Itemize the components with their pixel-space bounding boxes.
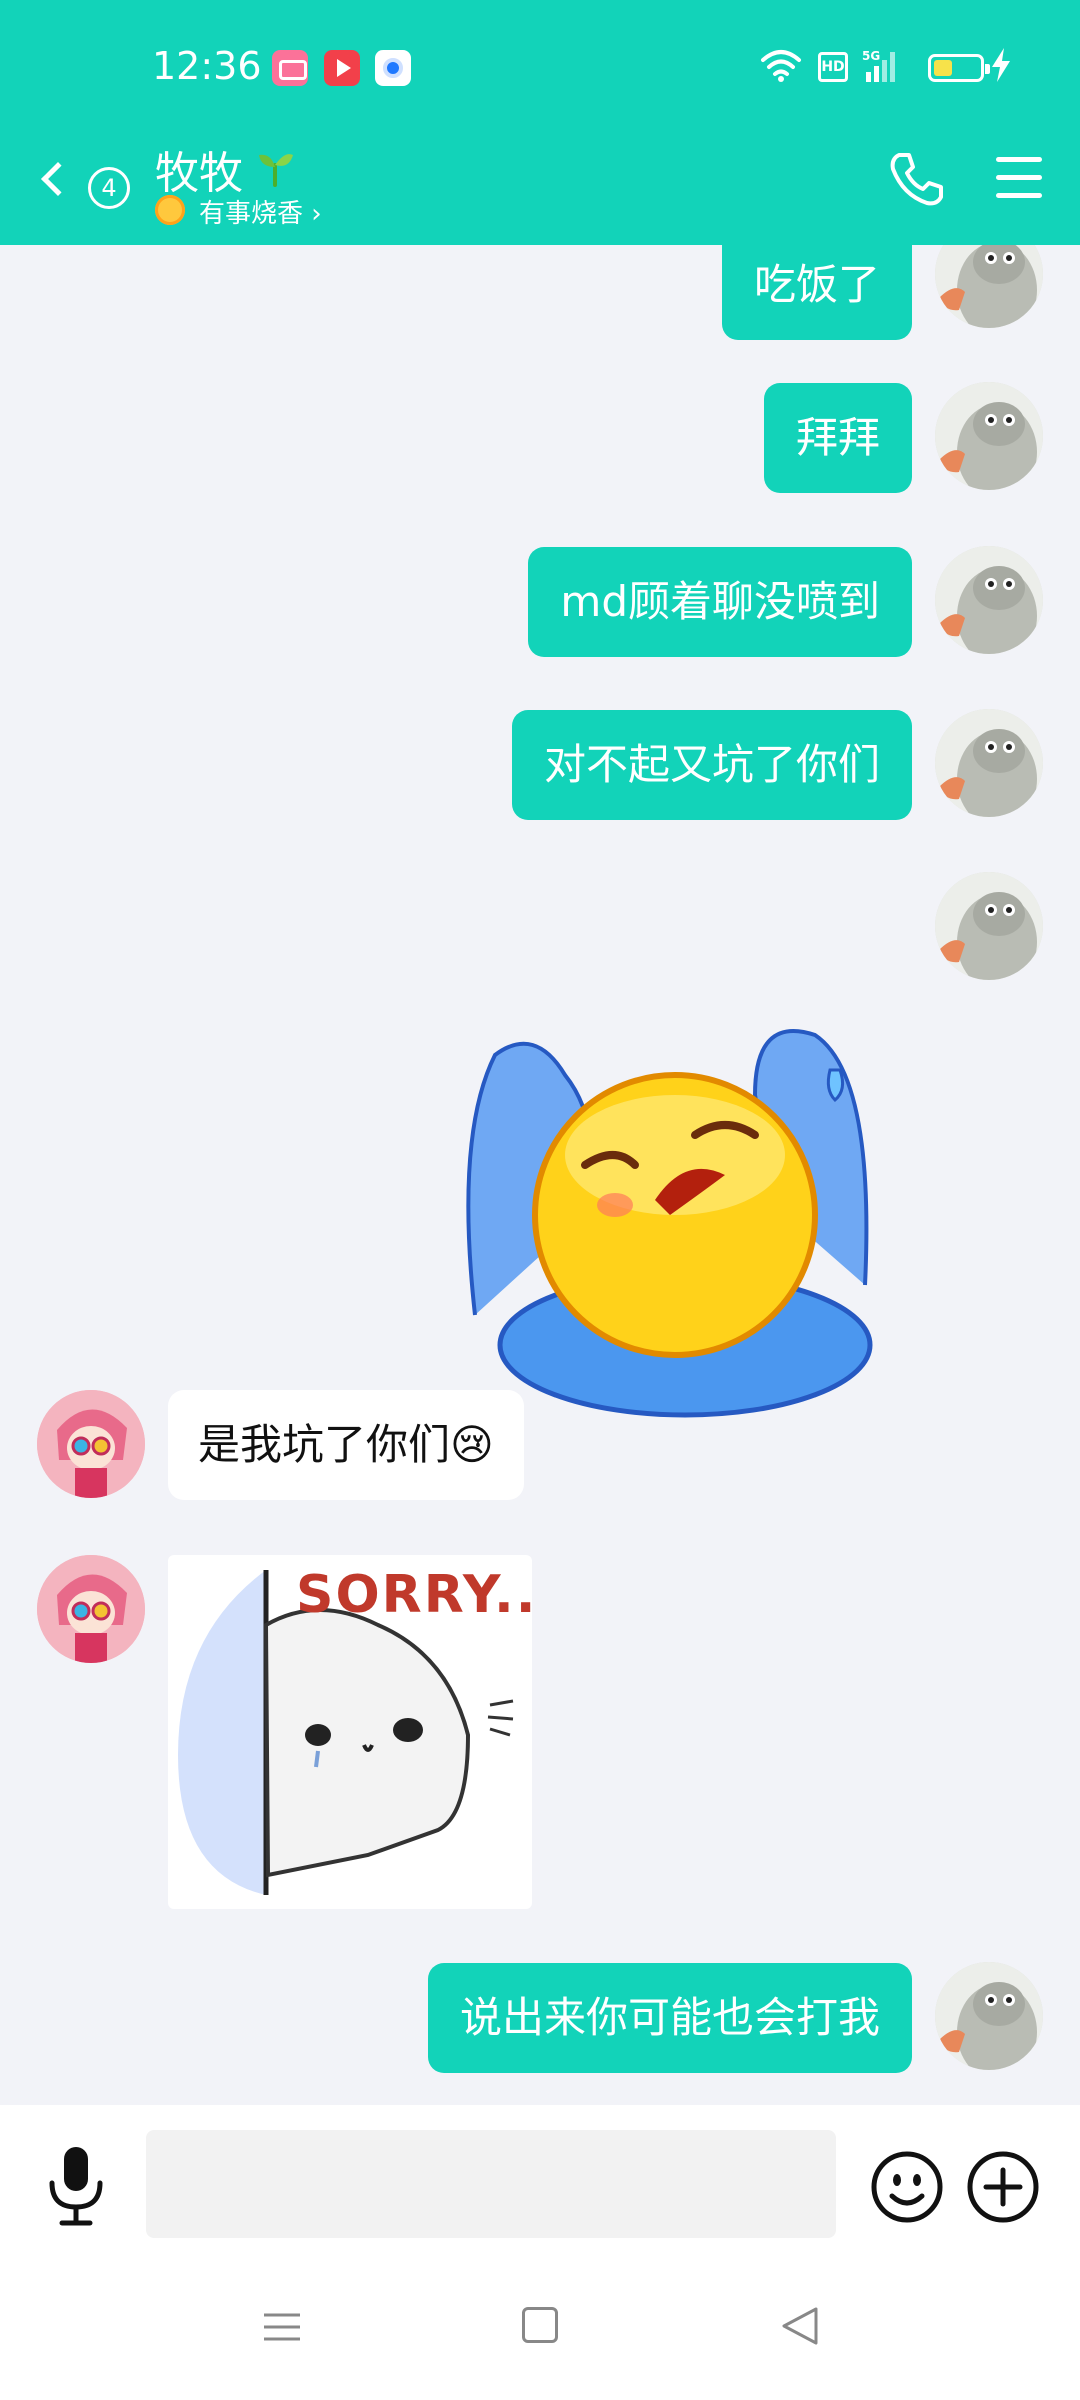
- bilibili-app-icon: [272, 50, 308, 86]
- my-avatar[interactable]: [935, 382, 1043, 490]
- sorry-seal-sticker[interactable]: SORRY...: [168, 1555, 532, 1909]
- message-bubble[interactable]: 对不起又坑了你们: [511, 710, 912, 820]
- message-bubble[interactable]: md顾着聊没喷到: [528, 547, 912, 657]
- chevron-left-icon: [41, 162, 75, 196]
- message-input[interactable]: [146, 2130, 836, 2238]
- my-avatar[interactable]: [935, 245, 1043, 328]
- system-nav-bar: [0, 2265, 1080, 2400]
- header: 12:36 HD 5G 4 牧牧 有事烧香 ›: [0, 0, 1080, 245]
- browser-app-icon: [375, 50, 411, 86]
- message-bubble[interactable]: 说出来你可能也会打我: [427, 1963, 912, 2073]
- my-avatar[interactable]: [935, 1962, 1043, 2070]
- title-bar: 4 牧牧 有事烧香 ›: [0, 135, 1080, 245]
- my-avatar[interactable]: [935, 709, 1043, 817]
- recent-apps-icon[interactable]: [262, 2307, 302, 2347]
- message-bubble[interactable]: 拜拜: [763, 383, 912, 493]
- home-icon[interactable]: [522, 2307, 558, 2343]
- contact-avatar[interactable]: [37, 1390, 145, 1498]
- svg-text:5G: 5G: [862, 49, 880, 63]
- 5g-signal-icon: 5G: [862, 49, 895, 82]
- status-bar: 12:36 HD 5G: [0, 0, 1080, 135]
- charging-icon: [992, 48, 1010, 82]
- sticker-text: SORRY...: [296, 1565, 532, 1625]
- back-button[interactable]: 4: [40, 149, 140, 219]
- sprout-icon: [259, 154, 293, 187]
- phone-icon[interactable]: [885, 147, 949, 211]
- input-bar: [0, 2105, 1080, 2265]
- battery-icon: [928, 54, 990, 82]
- video-app-icon: [324, 50, 360, 86]
- contact-name[interactable]: 牧牧: [155, 137, 243, 201]
- emoji-icon[interactable]: [870, 2150, 944, 2224]
- hd-icon: HD: [818, 52, 848, 82]
- unread-count-badge: 4: [88, 167, 130, 209]
- message-bubble[interactable]: 是我坑了你们😢: [168, 1390, 524, 1500]
- menu-icon[interactable]: [996, 155, 1048, 201]
- status-text: 有事烧香 ›: [199, 199, 322, 229]
- my-avatar[interactable]: [935, 872, 1043, 980]
- my-avatar[interactable]: [935, 546, 1043, 654]
- microphone-icon[interactable]: [44, 2145, 108, 2229]
- sun-emoji-icon: [155, 195, 185, 225]
- plus-icon[interactable]: [966, 2150, 1040, 2224]
- contact-avatar[interactable]: [37, 1555, 145, 1663]
- message-bubble[interactable]: 吃饭了: [721, 245, 912, 340]
- back-triangle-icon[interactable]: [780, 2305, 820, 2347]
- status-time: 12:36: [152, 44, 262, 88]
- chat-area[interactable]: 吃饭了 拜拜 md顾着聊没喷到 对不起又坑了你们 是我坑了你们😢 SORRY. …: [0, 245, 1080, 2105]
- wifi-icon: [761, 50, 801, 82]
